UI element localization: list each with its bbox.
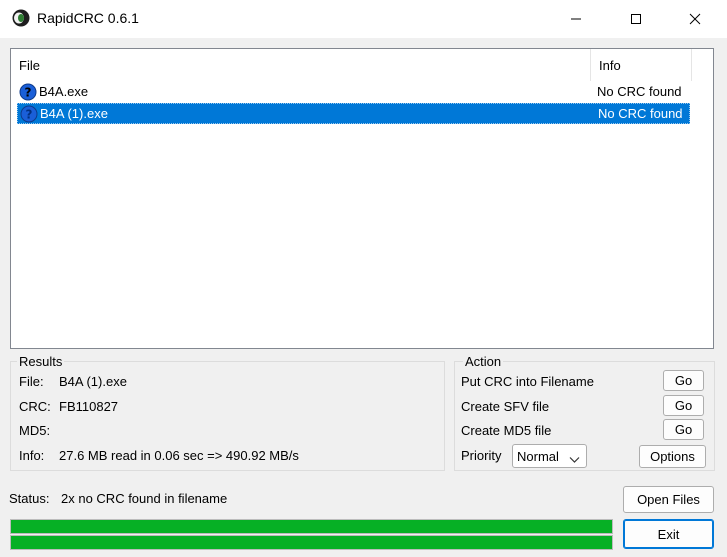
put-crc-go-button[interactable]: Go [663,370,704,391]
crc-label: CRC: [19,399,51,414]
priority-value: Normal [517,449,559,464]
results-group-title: Results [17,354,65,369]
column-header-info[interactable]: Info [590,49,692,81]
exit-button[interactable]: Exit [623,519,714,549]
open-files-button[interactable]: Open Files [623,486,714,513]
title-bar: RapidCRC 0.6.1 [0,0,727,38]
svg-text:?: ? [26,108,33,122]
options-button[interactable]: Options [639,445,706,468]
priority-select[interactable]: Normal [512,444,587,468]
status-label: Status: [9,491,50,506]
create-md5-go-button[interactable]: Go [663,419,704,440]
status-text: 2x no CRC found in filename [61,491,228,506]
md5-label: MD5: [19,423,51,438]
create-sfv-go-button[interactable]: Go [663,395,704,416]
chevron-down-icon [569,452,580,467]
question-icon: ? [19,83,37,101]
info-value: 27.6 MB read in 0.06 sec => 490.92 MB/s [59,448,299,463]
close-icon [689,13,701,25]
minimize-icon [571,18,581,20]
file-value: B4A (1).exe [59,374,127,389]
put-crc-label: Put CRC into Filename [461,374,594,389]
app-icon [12,9,30,27]
file-row-selected[interactable]: ? B4A (1).exe No CRC found [17,103,690,124]
close-button[interactable] [672,0,718,38]
progress-bar-file [10,519,613,534]
maximize-button[interactable] [613,0,659,38]
file-list-header: File Info [11,49,713,81]
svg-text:?: ? [25,86,32,100]
create-md5-label: Create MD5 file [461,423,552,438]
file-info: No CRC found [598,106,683,121]
action-group-title: Action [463,354,504,369]
file-name: B4A (1).exe [40,106,108,121]
file-name: B4A.exe [39,84,89,99]
maximize-icon [631,14,641,24]
info-label: Info: [19,448,45,463]
progress-bar-total [10,535,613,550]
priority-label: Priority [461,448,502,463]
crc-value: FB110827 [59,399,119,414]
file-list[interactable]: File Info ? B4A.exe No CRC found ? B4A (… [10,48,714,349]
file-row[interactable]: ? B4A.exe No CRC found [17,82,690,103]
file-info: No CRC found [597,84,682,99]
minimize-button[interactable] [553,0,599,38]
create-sfv-label: Create SFV file [461,399,550,414]
file-label: File: [19,374,44,389]
column-header-file[interactable]: File [11,49,590,81]
window-title: RapidCRC 0.6.1 [37,10,139,26]
question-icon: ? [20,105,38,123]
